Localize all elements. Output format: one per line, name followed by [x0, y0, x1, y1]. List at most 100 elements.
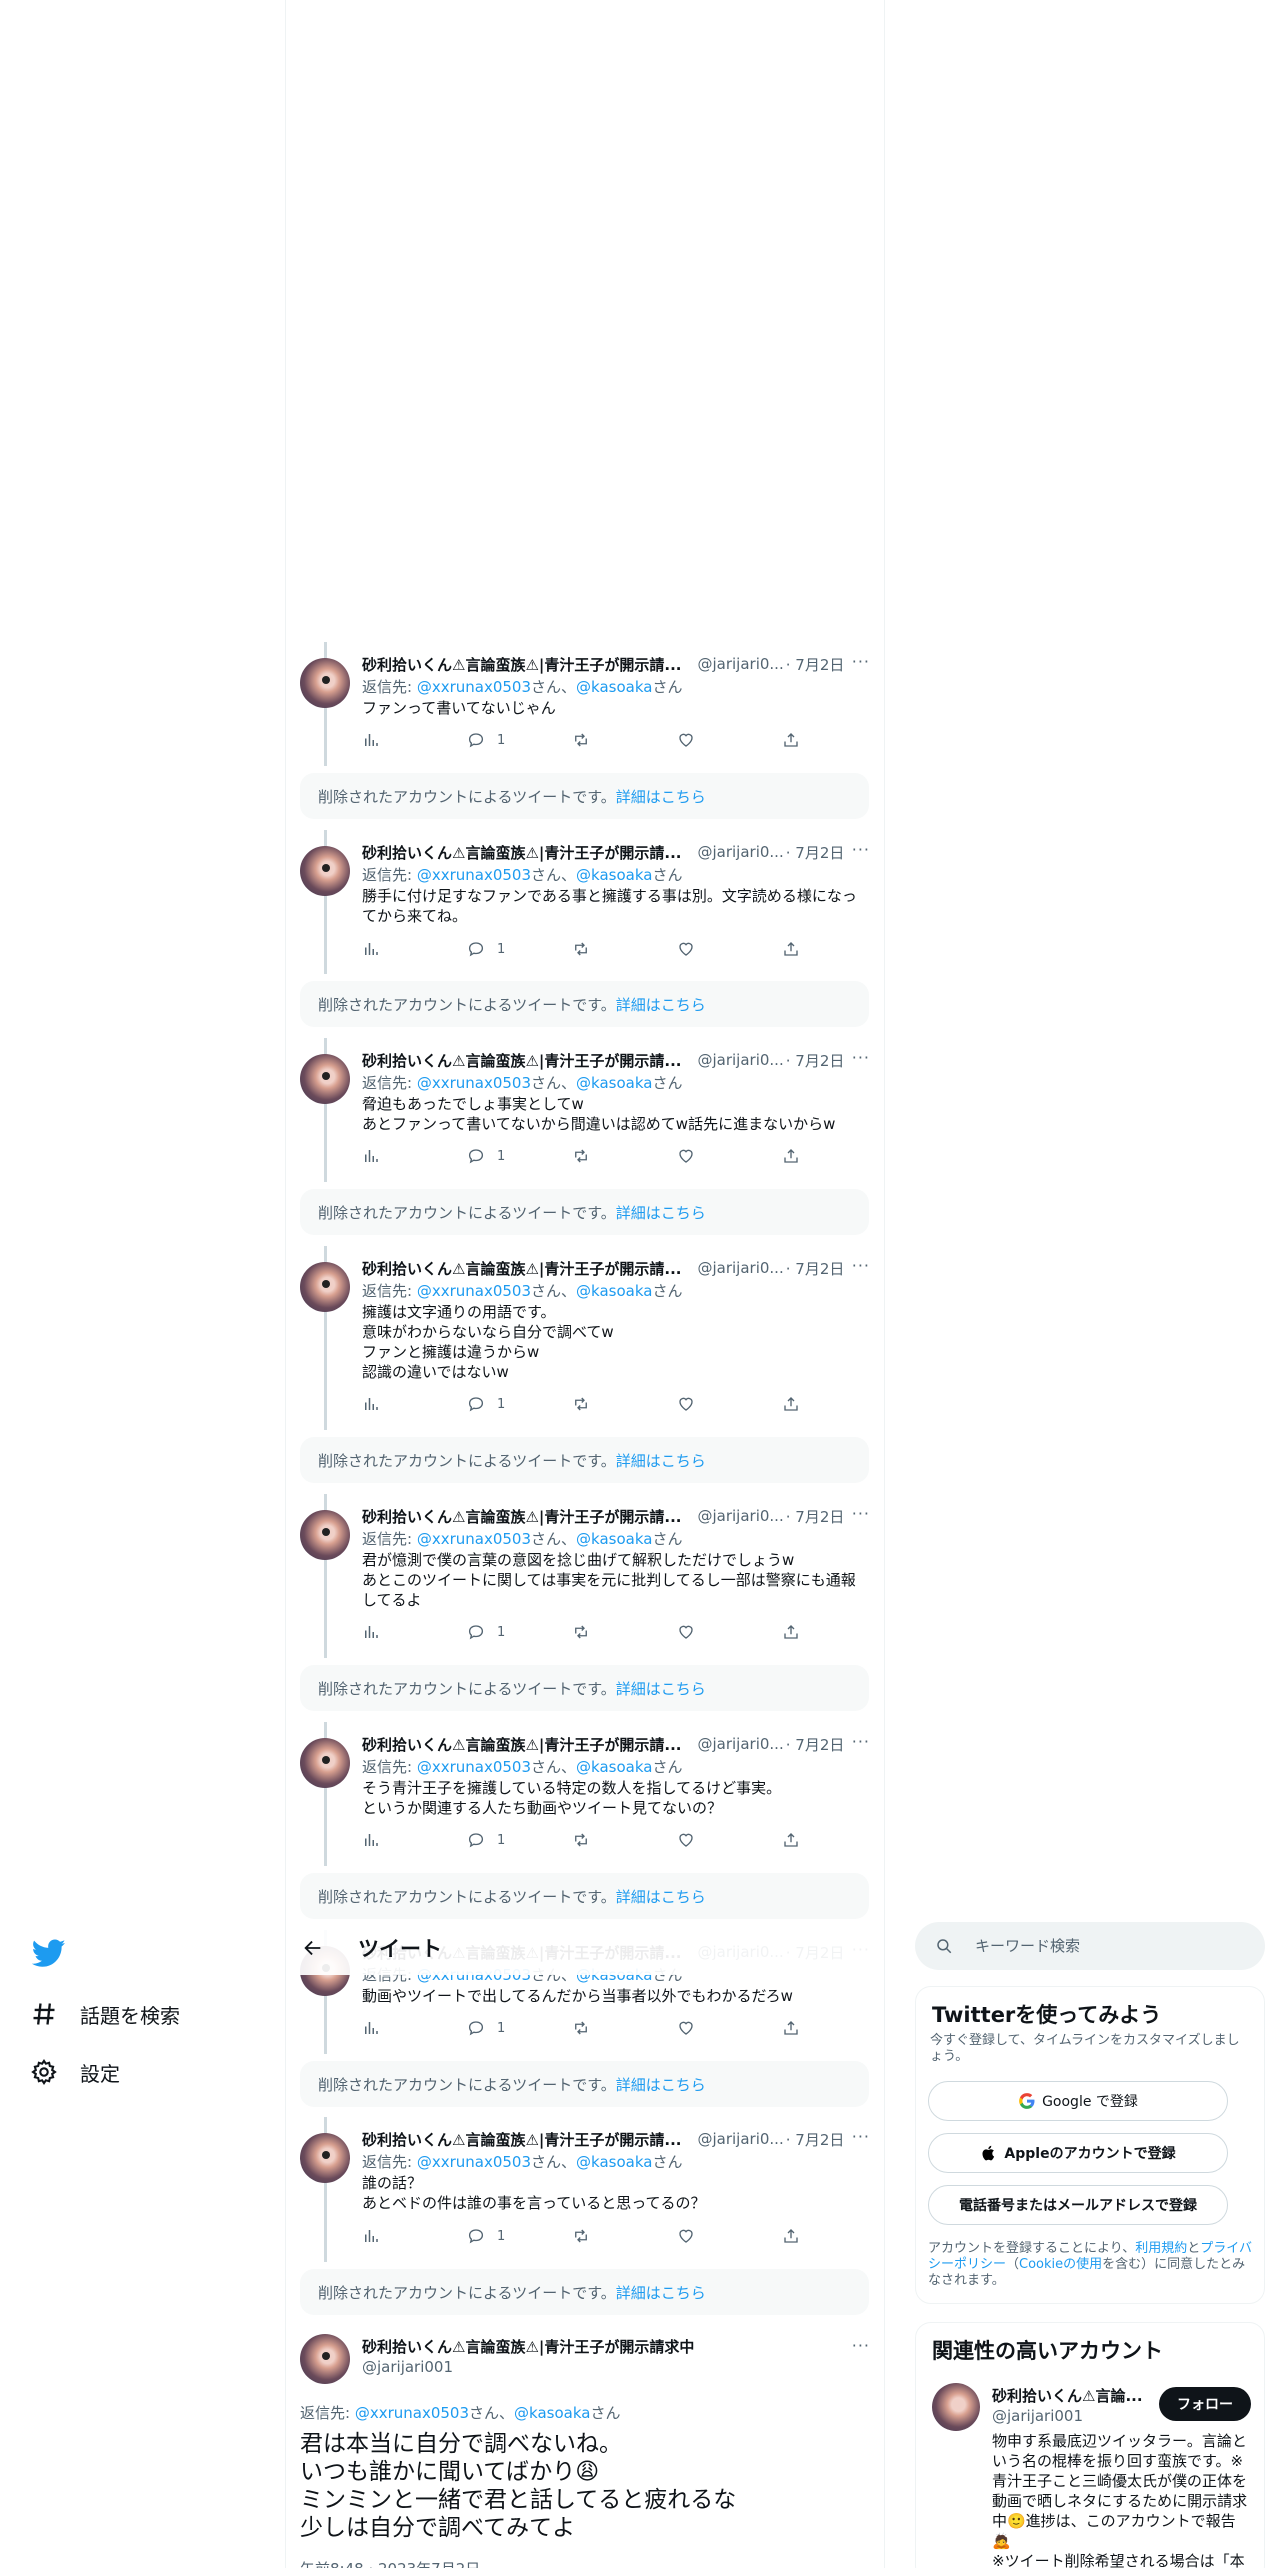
reply-to-link[interactable]: @xxrunax0503: [417, 1074, 531, 1092]
author-name[interactable]: 砂利拾いくん⚠言論蛮族⚠|青汁王子が開示請...: [362, 1506, 681, 1527]
author-handle[interactable]: @jarijari0...: [697, 1507, 783, 1525]
author-name[interactable]: 砂利拾いくん⚠言論蛮族⚠|青汁王子が開示請求中: [362, 2336, 694, 2357]
more-options-icon[interactable]: ···: [852, 1048, 870, 1067]
reply-button[interactable]: 1: [467, 2227, 572, 2245]
avatar[interactable]: [300, 1262, 350, 1312]
more-options-icon[interactable]: ···: [852, 840, 870, 859]
reply-to-link[interactable]: @kasoaka: [576, 866, 652, 884]
reply-button[interactable]: 1: [467, 1831, 572, 1849]
share-button[interactable]: [782, 940, 800, 958]
views-stat[interactable]: [362, 1147, 467, 1165]
retweet-button[interactable]: [572, 940, 677, 958]
avatar[interactable]: [300, 1510, 350, 1560]
tweet-date[interactable]: · 7月2日: [786, 2129, 845, 2150]
reply-to-link[interactable]: @kasoaka: [576, 678, 652, 696]
author-handle[interactable]: @jarijari0...: [697, 843, 783, 861]
avatar[interactable]: [932, 2383, 980, 2431]
avatar[interactable]: [300, 1054, 350, 1104]
nav-explore[interactable]: 話題を検索: [30, 1990, 180, 2038]
learn-more-link[interactable]: 詳細はこちら: [616, 2074, 706, 2095]
reply-to-link[interactable]: @xxrunax0503: [355, 2404, 469, 2422]
retweet-button[interactable]: [572, 1147, 677, 1165]
google-signup-button[interactable]: Google で登録: [928, 2081, 1228, 2121]
share-button[interactable]: [782, 1395, 800, 1413]
reply-to-link[interactable]: @xxrunax0503: [417, 1758, 531, 1776]
related-account-handle[interactable]: @jarijari001: [992, 2407, 1083, 2425]
learn-more-link[interactable]: 詳細はこちら: [616, 2282, 706, 2303]
like-button[interactable]: [677, 1395, 782, 1413]
reply-to-link[interactable]: @kasoaka: [576, 1530, 652, 1548]
tweet-date[interactable]: · 7月2日: [786, 1050, 845, 1071]
terms-link[interactable]: 利用規約: [1135, 2241, 1187, 2256]
share-button[interactable]: [782, 1147, 800, 1165]
more-options-icon[interactable]: ···: [852, 1732, 870, 1751]
search-bar[interactable]: [915, 1922, 1265, 1970]
like-button[interactable]: [677, 1831, 782, 1849]
views-stat[interactable]: [362, 1395, 467, 1413]
reply-to-link[interactable]: @kasoaka: [514, 2404, 590, 2422]
tweet-date[interactable]: · 7月2日: [786, 842, 845, 863]
follow-button[interactable]: フォロー: [1159, 2387, 1251, 2421]
more-options-icon[interactable]: ···: [852, 1256, 870, 1275]
learn-more-link[interactable]: 詳細はこちら: [616, 994, 706, 1015]
tweet-date[interactable]: · 7月2日: [786, 1506, 845, 1527]
share-button[interactable]: [782, 2019, 800, 2037]
reply-button[interactable]: 1: [467, 1147, 572, 1165]
views-stat[interactable]: [362, 731, 467, 749]
learn-more-link[interactable]: 詳細はこちら: [616, 786, 706, 807]
avatar[interactable]: [300, 1738, 350, 1788]
author-handle[interactable]: @jarijari0...: [697, 655, 783, 673]
reply-to-link[interactable]: @kasoaka: [576, 1282, 652, 1300]
views-stat[interactable]: [362, 2227, 467, 2245]
author-name[interactable]: 砂利拾いくん⚠言論蛮族⚠|青汁王子が開示請...: [362, 1734, 681, 1755]
twitter-bird-icon[interactable]: [31, 1936, 66, 1970]
search-input[interactable]: [975, 1937, 1235, 1955]
author-name[interactable]: 砂利拾いくん⚠言論蛮族⚠|青汁王子が開示請...: [362, 1258, 681, 1279]
like-button[interactable]: [677, 2019, 782, 2037]
avatar[interactable]: [300, 2133, 350, 2183]
retweet-button[interactable]: [572, 1623, 677, 1641]
cookie-link[interactable]: Cookieの使用: [1019, 2257, 1102, 2272]
reply-to-link[interactable]: @xxrunax0503: [417, 866, 531, 884]
learn-more-link[interactable]: 詳細はこちら: [616, 1886, 706, 1907]
views-stat[interactable]: [362, 940, 467, 958]
reply-button[interactable]: 1: [467, 731, 572, 749]
views-stat[interactable]: [362, 2019, 467, 2037]
author-handle[interactable]: @jarijari0...: [697, 1259, 783, 1277]
author-name[interactable]: 砂利拾いくん⚠言論蛮族⚠|青汁王子が開示請...: [362, 842, 681, 863]
retweet-button[interactable]: [572, 2019, 677, 2037]
like-button[interactable]: [677, 940, 782, 958]
reply-button[interactable]: 1: [467, 1395, 572, 1413]
author-name[interactable]: 砂利拾いくん⚠言論蛮族⚠|青汁王子が開示請...: [362, 654, 681, 675]
share-button[interactable]: [782, 1623, 800, 1641]
reply-button[interactable]: 1: [467, 1623, 572, 1641]
share-button[interactable]: [782, 731, 800, 749]
retweet-button[interactable]: [572, 2227, 677, 2245]
author-name[interactable]: 砂利拾いくん⚠言論蛮族⚠|青汁王子が開示請...: [362, 1050, 681, 1071]
back-arrow-icon[interactable]: [302, 1937, 324, 1959]
like-button[interactable]: [677, 2227, 782, 2245]
reply-button[interactable]: 1: [467, 940, 572, 958]
tweet-date[interactable]: · 7月2日: [786, 654, 845, 675]
phone-email-signup-button[interactable]: 電話番号またはメールアドレスで登録: [928, 2185, 1228, 2225]
more-options-icon[interactable]: ···: [852, 1504, 870, 1523]
like-button[interactable]: [677, 1147, 782, 1165]
apple-signup-button[interactable]: Appleのアカウントで登録: [928, 2133, 1228, 2173]
author-handle[interactable]: @jarijari0...: [697, 1051, 783, 1069]
author-handle[interactable]: @jarijari001: [362, 2358, 453, 2376]
learn-more-link[interactable]: 詳細はこちら: [616, 1678, 706, 1699]
tweet-date[interactable]: · 7月2日: [786, 1734, 845, 1755]
author-name[interactable]: 砂利拾いくん⚠言論蛮族⚠|青汁王子が開示請...: [362, 2129, 681, 2150]
reply-to-link[interactable]: @kasoaka: [576, 2153, 652, 2171]
reply-to-link[interactable]: @xxrunax0503: [417, 2153, 531, 2171]
avatar[interactable]: [300, 658, 350, 708]
author-handle[interactable]: @jarijari0...: [697, 2130, 783, 2148]
author-handle[interactable]: @jarijari0...: [697, 1735, 783, 1753]
like-button[interactable]: [677, 731, 782, 749]
tweet-date[interactable]: · 7月2日: [786, 1258, 845, 1279]
reply-to-link[interactable]: @kasoaka: [576, 1074, 652, 1092]
like-button[interactable]: [677, 1623, 782, 1641]
nav-settings[interactable]: 設定: [30, 2048, 120, 2096]
reply-to-link[interactable]: @xxrunax0503: [417, 1282, 531, 1300]
more-options-icon[interactable]: ···: [852, 2336, 870, 2355]
